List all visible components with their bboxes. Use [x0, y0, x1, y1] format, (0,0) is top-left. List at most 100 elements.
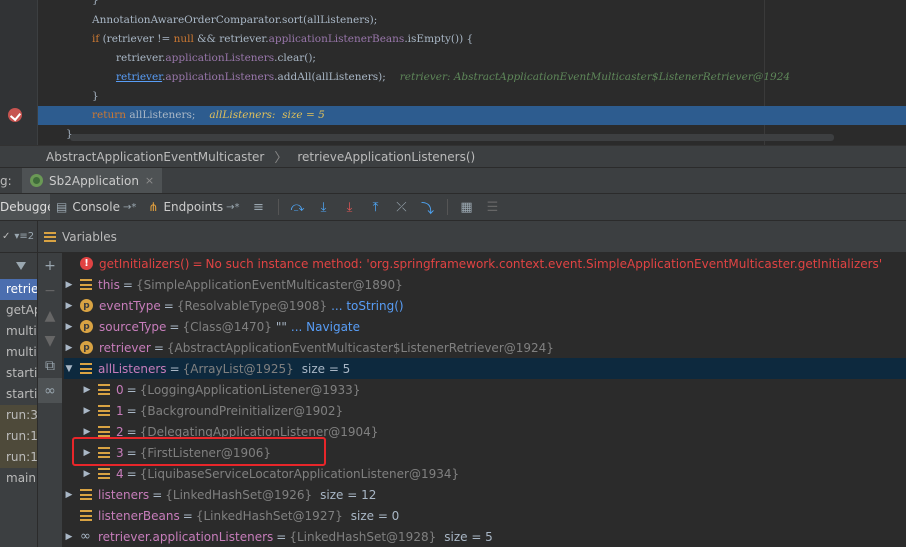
frames-filter[interactable]: [0, 253, 37, 279]
step-over-icon[interactable]: ⤼: [285, 194, 311, 220]
run-to-cursor-icon[interactable]: ⤵: [415, 194, 441, 220]
frame-item[interactable]: startin: [0, 384, 37, 405]
copy-icon[interactable]: ⧉: [38, 353, 62, 378]
expand-arrow[interactable]: ▶: [64, 280, 74, 290]
close-icon[interactable]: ×: [145, 174, 154, 187]
tab-endpoints-label: Endpoints: [163, 200, 224, 214]
horizontal-scrollbar[interactable]: [70, 134, 834, 141]
list-element-row[interactable]: ▶ 4 = {LiquibaseServiceLocatorApplicatio…: [64, 463, 906, 484]
variable-row[interactable]: ▶ p sourceType = {Class@1470} "" ... Nav…: [64, 316, 906, 337]
parameter-icon: p: [80, 341, 93, 354]
variables-icon: [44, 231, 56, 242]
variable-row[interactable]: ▶ p retriever = {AbstractApplicationEven…: [64, 337, 906, 358]
navigate-link[interactable]: ... Navigate: [291, 320, 360, 334]
variable-value: {LinkedHashSet@1928}: [289, 529, 437, 544]
variable-row[interactable]: ! getInitializers() = No such instance m…: [64, 253, 906, 274]
breadcrumb-method[interactable]: retrieveApplicationListeners(): [297, 150, 475, 164]
frame-item[interactable]: run:30: [0, 405, 37, 426]
variable-name: this: [98, 277, 120, 292]
expand-arrow[interactable]: ▶: [82, 469, 92, 479]
trace-stream-icon[interactable]: ☰: [480, 194, 506, 220]
breakpoint-check-icon[interactable]: [8, 108, 22, 122]
element-icon: [98, 384, 110, 395]
move-up-icon[interactable]: ▲: [38, 303, 62, 328]
expand-arrow[interactable]: ▶: [82, 385, 92, 395]
step-into-icon[interactable]: ⤓: [311, 194, 337, 220]
tostring-link[interactable]: ... toString(): [331, 299, 403, 313]
variable-row-selected[interactable]: ▼ allListeners = {ArrayList@1925} size =…: [64, 358, 906, 379]
variable-string-value: "": [275, 319, 287, 334]
variable-row[interactable]: listenerBeans = {LinkedHashSet@1927} siz…: [64, 505, 906, 526]
variable-name: listeners: [98, 487, 150, 502]
frame-item[interactable]: getAp: [0, 300, 37, 321]
variable-equals: =: [153, 340, 164, 355]
variable-value: {LinkedHashSet@1926}: [165, 487, 313, 502]
list-element-row[interactable]: ▶ 1 = {BackgroundPreinitializer@1902}: [64, 400, 906, 421]
variable-value: {LinkedHashSet@1927}: [195, 508, 343, 523]
show-execution-point-icon[interactable]: ≡: [246, 194, 272, 220]
tab-debugger[interactable]: Debugger: [0, 194, 50, 220]
variable-equals: =: [152, 487, 163, 502]
variable-row[interactable]: ▶ this = {SimpleApplicationEventMulticas…: [64, 274, 906, 295]
expand-arrow[interactable]: ▶: [64, 490, 74, 500]
editor-gutter[interactable]: [0, 0, 38, 145]
variables-tree[interactable]: ! getInitializers() = No such instance m…: [64, 253, 906, 547]
remove-watch-icon[interactable]: −: [38, 278, 62, 303]
frame-item[interactable]: run:12: [0, 447, 37, 468]
pin-icon[interactable]: →*: [123, 202, 136, 213]
expand-arrow[interactable]: ▶: [64, 301, 74, 311]
local-variable-icon: [80, 363, 92, 374]
thread-selector-label: ▾≡2: [14, 231, 35, 242]
variable-equals: =: [276, 529, 287, 544]
frame-item[interactable]: main:: [0, 468, 37, 489]
frames-panel: ✓ ▾≡2 retrie getAp multic multic startin…: [0, 221, 38, 547]
frame-item[interactable]: multic: [0, 342, 37, 363]
code-line-if: if (retriever != null && retriever.appli…: [92, 33, 474, 45]
tab-endpoints[interactable]: ⋔ Endpoints →*: [142, 194, 245, 220]
variable-size: size = 0: [350, 508, 400, 523]
variable-value: {ResolvableType@1908}: [176, 298, 328, 313]
drop-frame-icon[interactable]: ⤫: [389, 194, 415, 220]
step-out-icon[interactable]: ⤒: [363, 194, 389, 220]
tab-sb2application[interactable]: Sb2Application ×: [22, 168, 163, 193]
expand-arrow[interactable]: ▶: [82, 406, 92, 416]
move-down-icon[interactable]: ▼: [38, 328, 62, 353]
collapse-arrow[interactable]: ▼: [64, 364, 74, 374]
thread-selector[interactable]: ✓ ▾≡2: [0, 221, 37, 253]
code-editor[interactable]: } AnnotationAwareOrderComparator.sort(al…: [0, 0, 906, 145]
variable-row[interactable]: ▶ listeners = {LinkedHashSet@1926} size …: [64, 484, 906, 505]
variable-equals: =: [122, 277, 133, 292]
variable-row[interactable]: ▶ p eventType = {ResolvableType@1908} ..…: [64, 295, 906, 316]
expand-arrow[interactable]: ▶: [64, 343, 74, 353]
watch-infinity-icon: ∞: [80, 529, 91, 544]
console-icon: ▤: [56, 200, 68, 214]
frame-item[interactable]: startin: [0, 363, 37, 384]
expand-arrow[interactable]: ▶: [64, 322, 74, 332]
current-execution-line: return allListeners; allListeners: size =…: [38, 106, 906, 125]
variable-name: allListeners: [98, 361, 167, 376]
expand-arrow[interactable]: ▶: [82, 427, 92, 437]
code-line-addall: retriever.applicationListeners.addAll(al…: [116, 71, 791, 83]
breadcrumb-class[interactable]: AbstractApplicationEventMulticaster: [46, 150, 264, 164]
variable-equals: =: [126, 382, 137, 397]
frame-item[interactable]: multic: [0, 321, 37, 342]
force-step-into-icon[interactable]: ⤓: [337, 194, 363, 220]
frame-item[interactable]: run:12: [0, 426, 37, 447]
evaluate-expression-icon[interactable]: ▦: [454, 194, 480, 220]
variable-equals: =: [126, 466, 137, 481]
tab-console[interactable]: ▤ Console →*: [50, 194, 142, 220]
inline-debug-hint: retriever: AbstractApplicationEventMulti…: [399, 71, 791, 83]
element-value: {BackgroundPreinitializer@1902}: [139, 403, 344, 418]
element-icon: [98, 405, 110, 416]
list-element-row[interactable]: ▶ 0 = {LoggingApplicationListener@1933}: [64, 379, 906, 400]
expand-arrow[interactable]: ▶: [64, 532, 74, 542]
variable-value: {Class@1470}: [182, 319, 272, 334]
variable-size: size = 5: [301, 361, 351, 376]
frame-item[interactable]: retrie: [0, 279, 37, 300]
add-watch-icon[interactable]: +: [38, 253, 62, 278]
code-line-brace: }: [92, 0, 99, 6]
pin-icon[interactable]: →*: [226, 202, 239, 213]
element-icon: [98, 426, 110, 437]
watches-toggle-icon[interactable]: ∞: [38, 378, 62, 403]
variable-row[interactable]: ▶ ∞ retriever.applicationListeners = {Li…: [64, 526, 906, 547]
